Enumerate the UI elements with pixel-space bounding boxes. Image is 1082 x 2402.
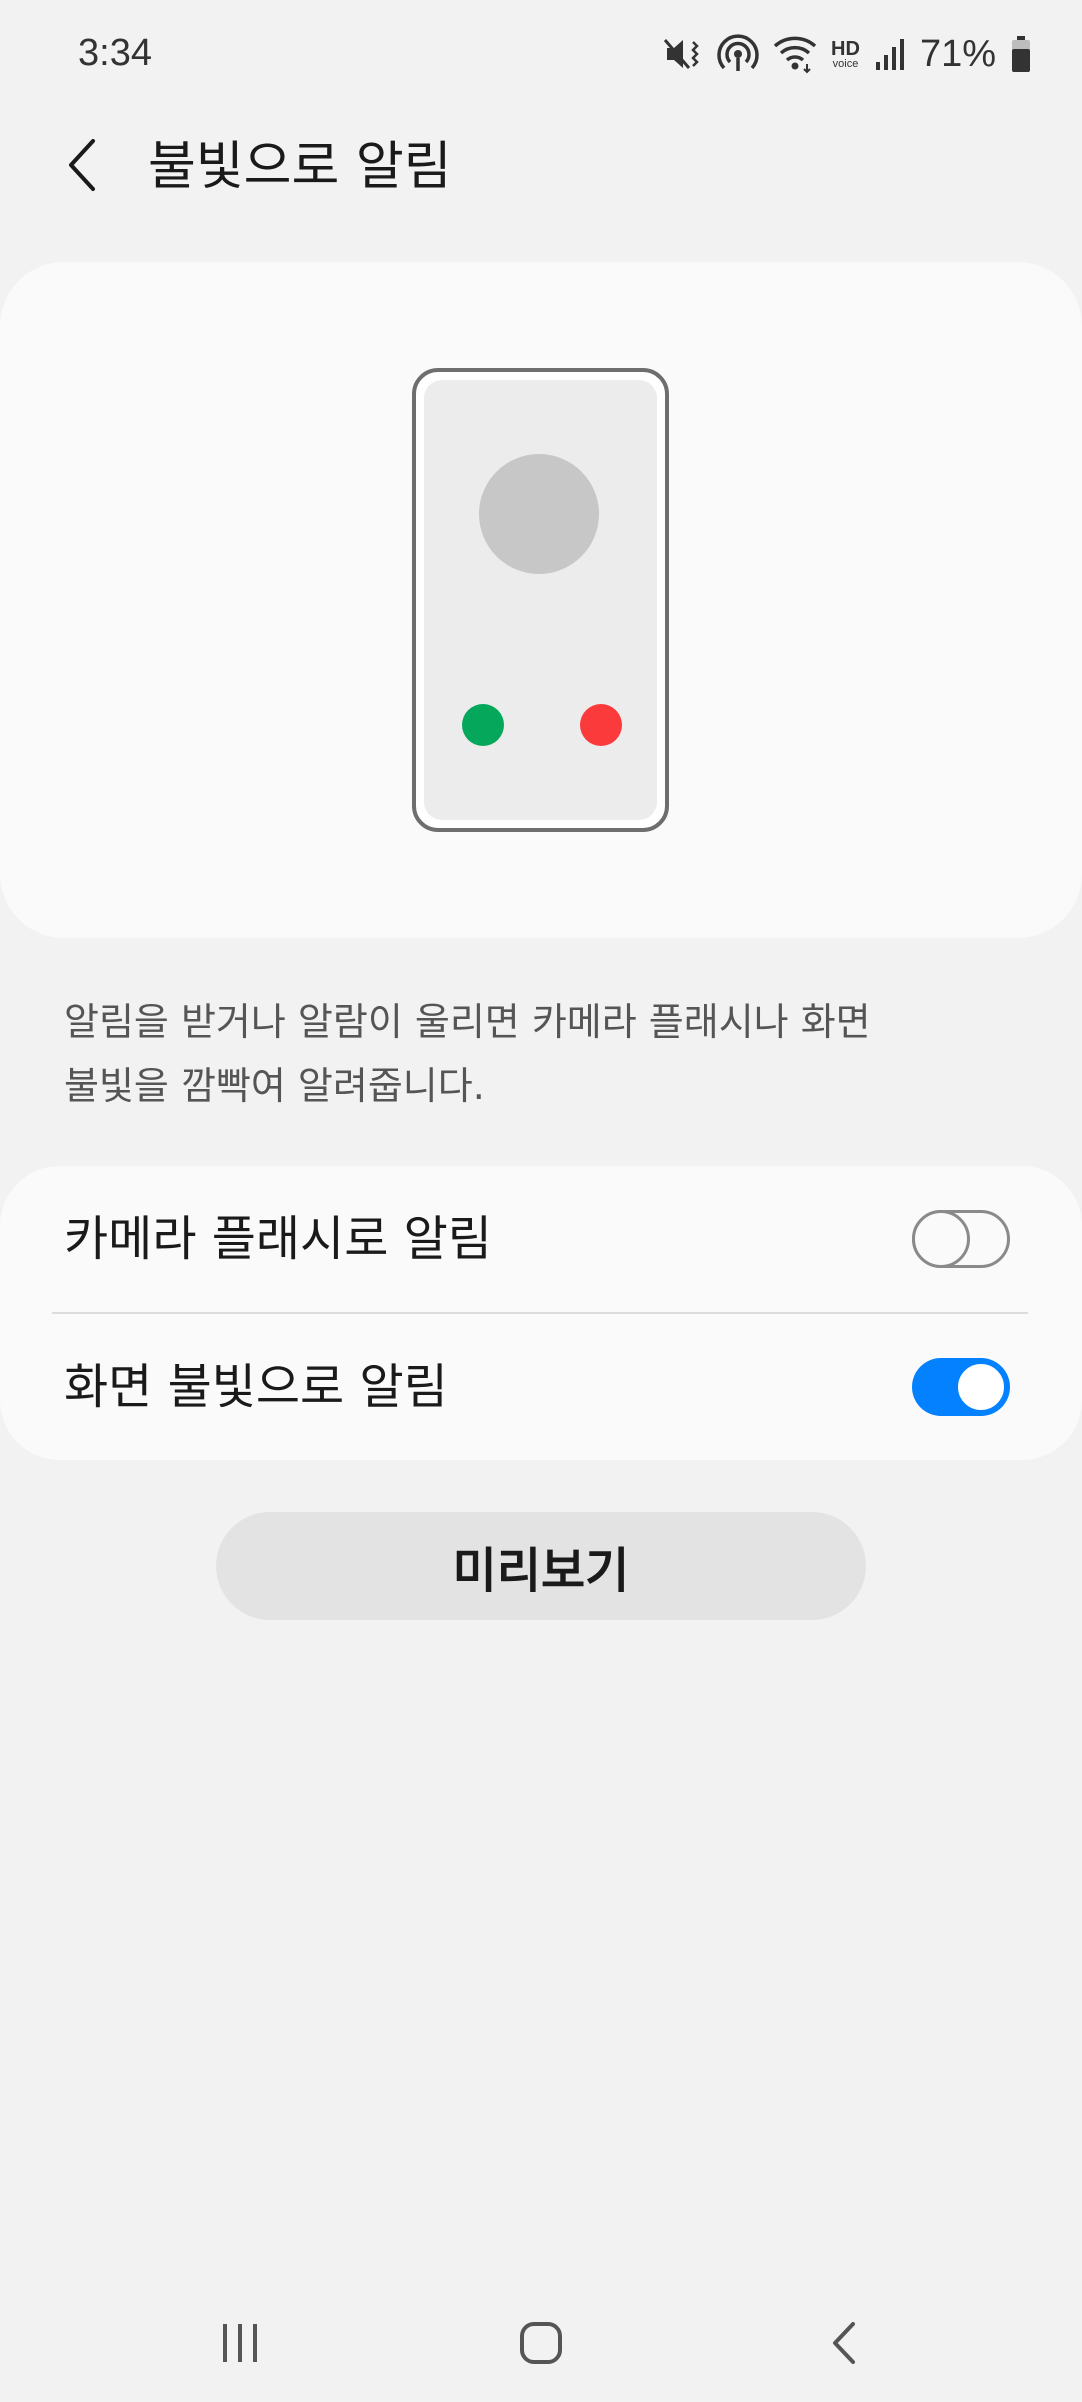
chevron-left-icon <box>63 137 103 197</box>
screen-flash-label: 화면 불빛으로 알림 <box>64 1359 448 1415</box>
hd-label: HD <box>831 37 860 60</box>
back-button[interactable] <box>48 132 118 202</box>
screen-flash-toggle[interactable] <box>912 1358 1010 1416</box>
home-icon <box>518 2320 564 2370</box>
battery-icon <box>1010 35 1032 73</box>
toggle-knob <box>912 1210 970 1268</box>
status-time: 3:34 <box>78 32 152 74</box>
status-icons: HD voice 71% <box>663 26 1032 82</box>
camera-flash-setting[interactable]: 카메라 플래시로 알림 <box>0 1166 1082 1312</box>
screen-flash-setting[interactable]: 화면 불빛으로 알림 <box>0 1314 1082 1460</box>
description-line-1: 알림을 받거나 알람이 울리면 카메라 플래시나 화면 <box>64 1000 871 1044</box>
phone-screen <box>424 380 657 820</box>
preview-button-label: 미리보기 <box>452 1543 630 1599</box>
decline-call-dot <box>580 704 622 746</box>
signal-icon <box>874 36 906 72</box>
recents-button[interactable] <box>190 2310 290 2380</box>
settings-card: 카메라 플래시로 알림 화면 불빛으로 알림 <box>0 1166 1082 1460</box>
home-button[interactable] <box>491 2310 591 2380</box>
hd-voice-icon: HD voice <box>831 39 860 70</box>
voice-label: voice <box>832 57 859 70</box>
illustration-card <box>0 262 1082 938</box>
nav-back-button[interactable] <box>794 2310 894 2380</box>
app-header: 불빛으로 알림 <box>0 112 1082 222</box>
page-title: 불빛으로 알림 <box>148 137 452 197</box>
status-bar: 3:34 HD voice 71% <box>0 0 1082 110</box>
mute-vibrate-icon <box>663 34 703 74</box>
wifi-icon <box>773 34 817 74</box>
accept-call-dot <box>462 704 504 746</box>
hotspot-icon <box>717 33 759 75</box>
camera-flash-toggle[interactable] <box>912 1210 1010 1268</box>
battery-percent: 71% <box>919 32 996 75</box>
screen: 3:34 HD voice 71% 불빛으로 알림 알림을 받거나 알람이 울리… <box>0 0 1082 2402</box>
preview-button[interactable]: 미리보기 <box>216 1512 866 1620</box>
recents-icon <box>218 2322 262 2368</box>
camera-flash-label: 카메라 플래시로 알림 <box>64 1211 492 1267</box>
navigation-bar <box>0 2290 1082 2402</box>
description-line-2: 불빛을 깜빡여 알려줍니다. <box>64 1064 485 1108</box>
phone-illustration <box>412 368 669 832</box>
caller-avatar <box>479 454 599 574</box>
toggle-knob <box>955 1361 1007 1413</box>
feature-description: 알림을 받거나 알람이 울리면 카메라 플래시나 화면 불빛을 깜빡여 알려줍니… <box>64 990 1024 1118</box>
back-icon <box>829 2320 859 2370</box>
